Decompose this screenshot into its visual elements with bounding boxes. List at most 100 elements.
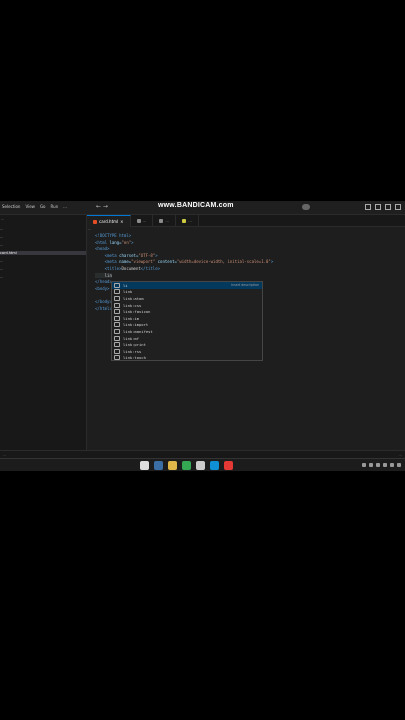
autocomplete-popup: li Insert description link link:atom lin… [111,281,263,361]
tray-icon[interactable] [397,463,401,467]
folder-icon[interactable] [168,461,177,470]
suggestion-label: link:im [123,315,140,321]
editor-tabs: card.html × ... ... ... [87,215,405,227]
explorer-title: ... [1,217,5,221]
snippet-icon [114,295,120,301]
code-line-current: lin [95,272,112,278]
suggestion-label: link:manifest [123,328,153,334]
snippet-icon [114,309,120,315]
menu-view[interactable]: View [25,204,35,209]
code-line: <body> [95,285,110,291]
layout-icon[interactable] [385,204,391,210]
title-bar: Selection View Go Run ... ← → www.BANDIC… [0,201,405,215]
search-icon[interactable] [140,461,149,470]
suggestion-item[interactable]: link:css [112,302,262,309]
window-controls [365,204,401,210]
tab-label: ... [188,218,192,223]
tab[interactable]: ... [153,215,177,226]
code-line: <!DOCTYPE html> [95,233,132,238]
menu-run[interactable]: Run [50,204,58,209]
sidebar-item[interactable]: ... [0,275,3,279]
tab-card-html[interactable]: card.html × [87,215,131,227]
close-icon[interactable] [395,204,401,210]
suggestion-item[interactable]: link:print [112,341,262,348]
menu-more[interactable]: ... [63,204,67,209]
bandicam-watermark: www.BANDICAM.com [158,202,234,209]
snippet-icon [114,322,120,328]
code-line: </html> [95,305,112,311]
file-icon [136,218,141,223]
suggestion-item[interactable]: link:import [112,322,262,329]
suggestion-label: link:mf [123,335,140,341]
suggestion-label: link:css [123,302,142,308]
tab-label: ... [165,218,170,223]
code-line: <html lang="en"> [95,239,134,245]
suggestion-item[interactable]: link:favicon [112,308,262,315]
account-icon[interactable] [302,204,310,210]
menu-selection[interactable]: Selection [2,204,20,209]
snippet-icon [114,302,120,308]
suggestion-label: link:atom [123,295,144,301]
file-icon [159,218,164,223]
tab[interactable]: ... [131,215,154,226]
suggestion-label: link:touch [123,355,146,361]
explorer-sidebar: ... ... ... ... card.html ... ... ... [0,215,87,450]
suggestion-label: link:favicon [123,309,151,315]
app-icon[interactable] [196,461,205,470]
sidebar-item-card-html[interactable]: card.html [0,251,86,255]
suggestion-item[interactable]: link:atom [112,295,262,302]
snippet-icon [114,348,120,354]
record-icon[interactable] [224,461,233,470]
sidebar-item[interactable]: ... [0,235,3,239]
layout-icon[interactable] [375,204,381,210]
snippet-icon [114,335,120,341]
tray-icon[interactable] [390,463,394,467]
status-left[interactable]: ... [3,453,6,457]
tab-label: ... [142,218,147,223]
suggestion-item[interactable]: link:im [112,315,262,322]
taskbar-apps [140,461,233,470]
suggestion-label: link:rss [123,348,142,354]
suggestion-label: link:import [123,322,149,328]
nav-arrows-icon[interactable]: ← → [96,203,108,210]
suggestion-item[interactable]: link:rss [112,348,262,355]
sidebar-item[interactable]: ... [0,243,3,247]
snippet-icon [114,315,120,321]
desktop-screen: Selection View Go Run ... ← → www.BANDIC… [0,201,405,471]
suggestion-item[interactable]: link [112,289,262,296]
tab-label: card.html [99,219,119,224]
app-icon[interactable] [154,461,163,470]
code-line: <meta charset="UTF-8"> [104,252,158,258]
sidebar-item[interactable]: ... [0,267,3,271]
status-right[interactable]: ... [399,453,402,457]
snippet-icon [114,342,120,348]
vscode-icon[interactable] [210,461,219,470]
sidebar-item[interactable]: ... [0,227,3,231]
suggestion-label: link [123,289,133,295]
menu-bar: Selection View Go Run ... [2,204,67,209]
code-line: <title>Document</title> [104,265,161,271]
tray-icon[interactable] [383,463,387,467]
layout-icon[interactable] [365,204,371,210]
windows-taskbar [0,458,405,471]
chrome-icon[interactable] [182,461,191,470]
suggestion-item[interactable]: link:manifest [112,328,262,335]
suggestion-item[interactable]: link:mf [112,335,262,342]
suggestion-detail: Insert description [231,283,259,288]
suggestion-item[interactable]: li Insert description [112,282,262,289]
suggestion-label: li [123,282,128,288]
menu-go[interactable]: Go [40,204,46,209]
close-icon[interactable]: × [120,219,123,224]
tab[interactable]: ... [176,215,199,226]
sidebar-item[interactable]: ... [0,259,3,263]
tray-icon[interactable] [362,463,366,467]
js-file-icon [182,218,187,223]
suggestion-label: link:print [123,342,146,348]
suggestion-item[interactable]: link:touch [112,355,262,362]
snippet-icon [114,289,120,295]
tray-icon[interactable] [376,463,380,467]
system-tray [362,463,401,467]
code-line: <meta name="viewport" content="width=dev… [104,259,274,265]
code-line: <head> [95,246,110,252]
tray-icon[interactable] [369,463,373,467]
